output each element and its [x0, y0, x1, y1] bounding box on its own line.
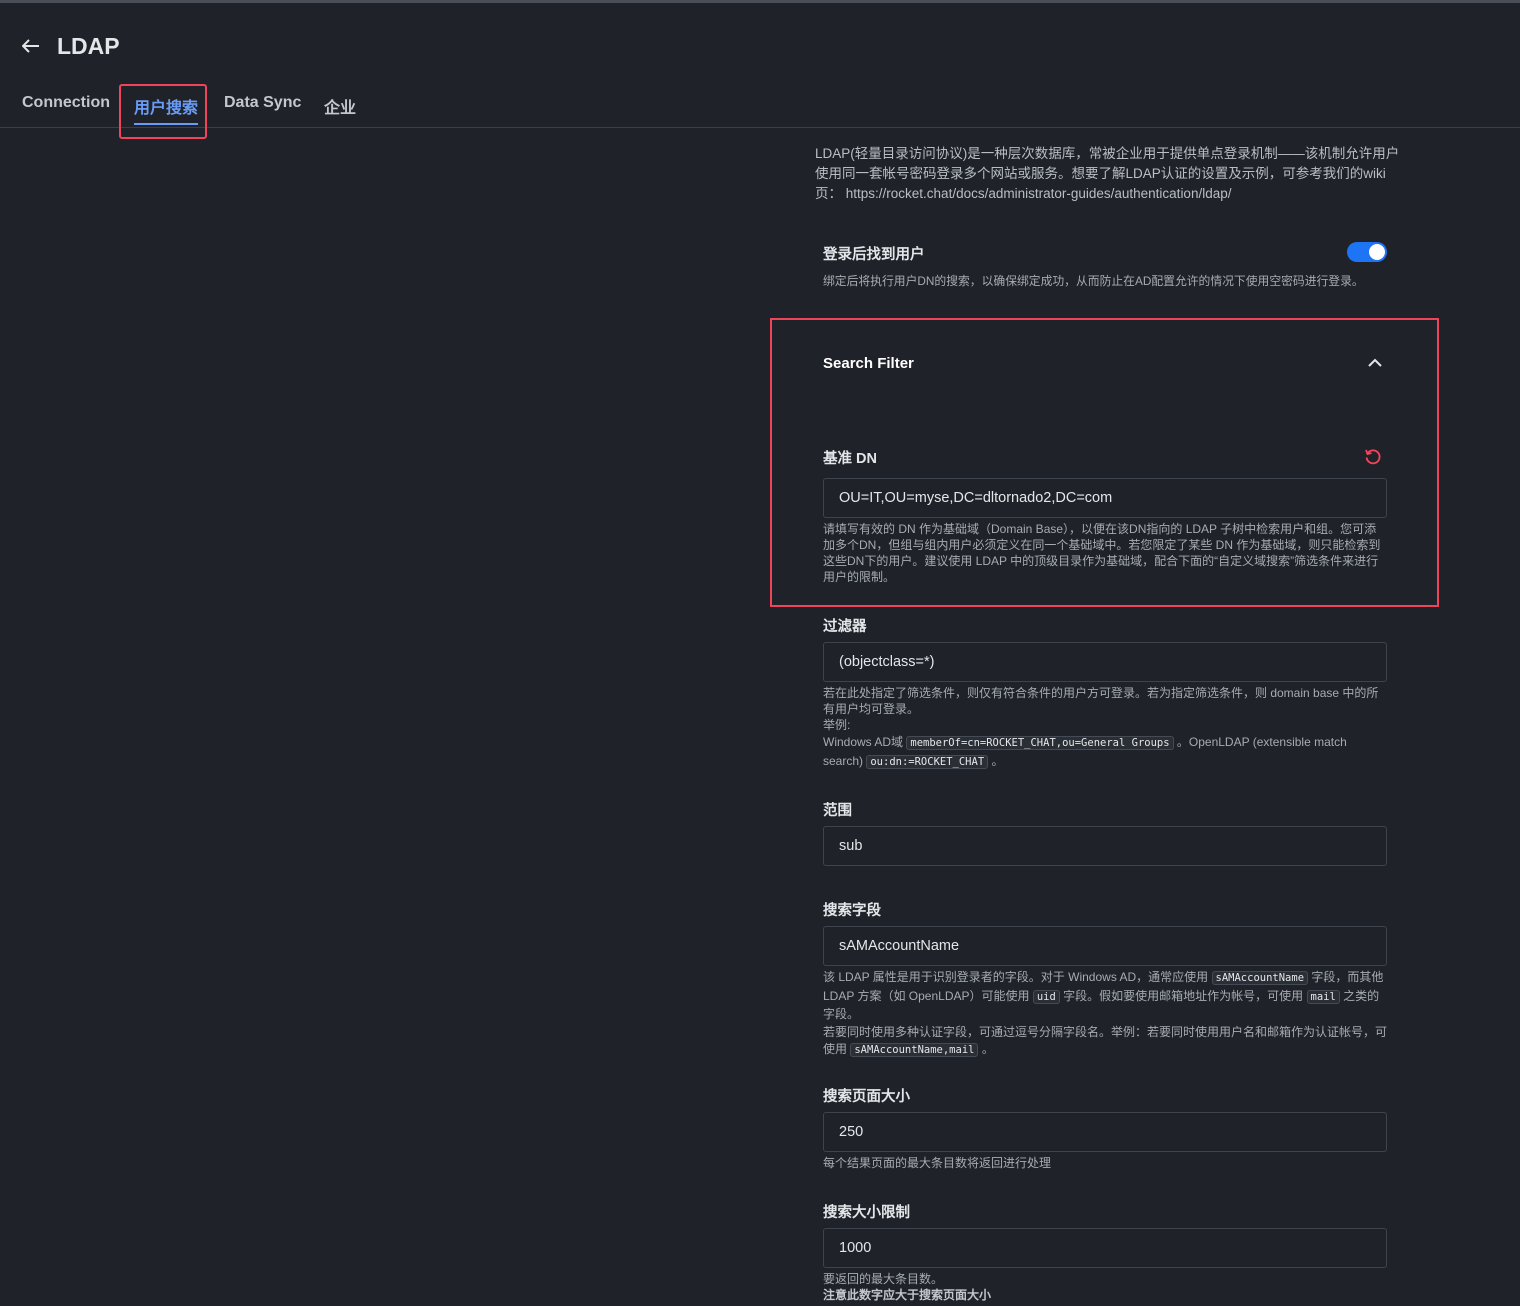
search-field-code-1: sAMAccountName	[1211, 971, 1309, 985]
page-size-input[interactable]: 250	[823, 1112, 1387, 1152]
reset-icon[interactable]	[1363, 447, 1383, 467]
filter-hint-text-a: Windows AD域	[823, 735, 904, 749]
toggle-knob	[1369, 244, 1385, 260]
size-limit-hint-line-1: 要返回的最大条目数。	[823, 1272, 944, 1286]
search-field-input[interactable]: sAMAccountName	[823, 926, 1387, 966]
filter-input[interactable]: (objectclass=*)	[823, 642, 1387, 682]
search-field-hint-f: 。	[981, 1042, 994, 1056]
page-size-label: 搜索页面大小	[823, 1089, 910, 1105]
filter-code-example-1: memberOf=cn=ROCKET_CHAT,ou=General Group…	[906, 736, 1174, 750]
find-user-after-login-label: 登录后找到用户	[823, 247, 925, 263]
filter-hint-line-2: 举例:	[823, 718, 851, 732]
search-field-code-2: uid	[1032, 989, 1060, 1004]
page-size-hint: 每个结果页面的最大条目数将返回进行处理	[823, 1156, 1052, 1170]
search-field-code-3: mail	[1306, 989, 1340, 1004]
scope-input[interactable]: sub	[823, 826, 1387, 866]
filter-hint-text-c: 。	[991, 754, 1004, 768]
find-user-after-login-toggle[interactable]	[1347, 242, 1387, 262]
filter-hint: 若在此处指定了筛选条件，则仅有符合条件的用户方可登录。若为指定筛选条件，则 do…	[823, 685, 1387, 771]
search-field-hint-a: 该 LDAP 属性是用于识别登录者的字段。对于 Windows AD，通常应使用	[823, 970, 1209, 984]
find-user-after-login-hint: 绑定后将执行用户DN的搜索，以确保绑定成功，从而防止在AD配置允许的情况下使用空…	[823, 274, 1364, 288]
size-limit-hint-line-2: 注意此数字应大于搜索页面大小	[823, 1288, 992, 1302]
search-field-label: 搜索字段	[823, 903, 881, 919]
base-dn-hint: 请填写有效的 DN 作为基础域（Domain Base），以便在该DN指向的 L…	[823, 522, 1381, 584]
chevron-up-icon[interactable]	[1366, 356, 1384, 370]
ldap-intro-text: LDAP(轻量目录访问协议)是一种层次数据库，常被企业用于提供单点登录机制——该…	[815, 144, 1400, 204]
settings-content: LDAP(轻量目录访问协议)是一种层次数据库，常被企业用于提供单点登录机制——该…	[0, 0, 1520, 1306]
search-field-code-4: sAMAccountName,mail	[850, 1043, 979, 1057]
filter-hint-line-3: Windows AD域 memberOf=cn=ROCKET_CHAT,ou=G…	[823, 733, 1387, 771]
search-field-hint: 该 LDAP 属性是用于识别登录者的字段。对于 Windows AD，通常应使用…	[823, 969, 1389, 1060]
scope-label: 范围	[823, 803, 852, 819]
filter-code-example-2: ou:dn:=ROCKET_CHAT	[866, 755, 989, 769]
size-limit-label: 搜索大小限制	[823, 1205, 910, 1221]
wiki-link[interactable]: https://rocket.chat/docs/administrator-g…	[846, 186, 1232, 201]
size-limit-input[interactable]: 1000	[823, 1228, 1387, 1268]
base-dn-input[interactable]: OU=IT,OU=myse,DC=dltornado2,DC=com	[823, 478, 1387, 518]
filter-label: 过滤器	[823, 619, 867, 635]
base-dn-label: 基准 DN	[823, 451, 877, 467]
search-filter-section-title[interactable]: Search Filter	[823, 355, 914, 372]
filter-hint-line-1: 若在此处指定了筛选条件，则仅有符合条件的用户方可登录。若为指定筛选条件，则 do…	[823, 686, 1379, 716]
search-field-hint-c: 字段。假如要使用邮箱地址作为帐号，可使用	[1063, 988, 1304, 1003]
size-limit-hint: 要返回的最大条目数。 注意此数字应大于搜索页面大小	[823, 1271, 1389, 1303]
